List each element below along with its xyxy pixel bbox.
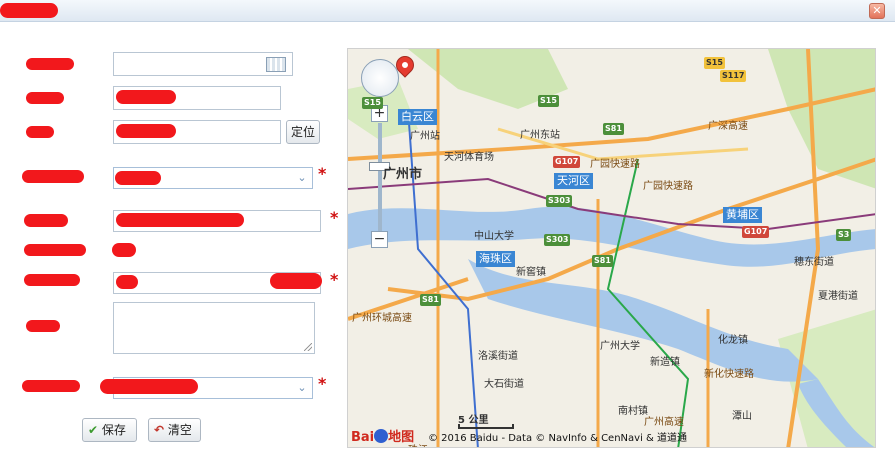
- save-button-label: 保存: [101, 423, 126, 437]
- redacted-value-7b: [270, 273, 322, 289]
- map-poi-label: 新造镇: [650, 357, 680, 368]
- redacted-value-3: [116, 124, 176, 138]
- map-district-label: 白云区: [398, 109, 437, 125]
- required-mark: *: [318, 374, 327, 393]
- remarks-textarea[interactable]: [113, 302, 315, 354]
- highway-shield: S3: [836, 229, 852, 241]
- map-view[interactable]: + − 白云区 天河区 黄埔区 海珠区 广州市 广州站 广州东站 天河体育场 中…: [347, 48, 876, 448]
- redacted-value-7a: [116, 275, 138, 289]
- undo-icon: ↶: [154, 423, 165, 437]
- locate-button[interactable]: 定位: [286, 120, 320, 144]
- map-poi-label: 广州大学: [600, 341, 640, 352]
- map-poi-label: 天河体育场: [444, 152, 494, 163]
- map-road-label: 广州环城高速: [352, 313, 412, 324]
- close-button[interactable]: ✕: [869, 3, 885, 19]
- highway-shield: S81: [592, 255, 613, 267]
- redacted-dialog-title: [0, 3, 58, 18]
- redacted-value-6: [112, 243, 136, 257]
- baidu-map-logo: Bai 地图: [351, 429, 414, 447]
- map-district-label: 海珠区: [476, 251, 515, 267]
- map-poi-label: 洛溪街道: [478, 351, 518, 362]
- calendar-icon[interactable]: [266, 57, 286, 72]
- redacted-label-2: [26, 92, 64, 104]
- map-poi-label: 广州站: [410, 131, 440, 142]
- highway-shield: S15: [362, 97, 383, 109]
- chevron-down-icon[interactable]: ⌄: [293, 169, 311, 187]
- checkmark-icon: ✔: [88, 423, 99, 437]
- highway-shield: G107: [553, 156, 581, 168]
- highway-shield: S303: [546, 195, 573, 207]
- dialog-titlebar: [0, 0, 895, 22]
- redacted-label-4: [22, 170, 84, 183]
- map-road-label: 广州高速: [644, 417, 684, 428]
- redacted-label-8: [26, 320, 60, 332]
- map-poi-label: 中山大学: [474, 231, 514, 242]
- highway-shield: S15: [538, 95, 559, 107]
- zoom-slider-track[interactable]: [378, 123, 382, 233]
- map-poi-label: 化龙镇: [718, 335, 748, 346]
- highway-shield: S117: [720, 70, 747, 82]
- redacted-value-4: [115, 171, 161, 185]
- highway-shield: S81: [420, 294, 441, 306]
- clear-button[interactable]: ↶ 清空: [148, 418, 201, 442]
- map-poi-label: 大石街道: [484, 379, 524, 390]
- chevron-down-icon[interactable]: ⌄: [293, 379, 311, 397]
- map-poi-label: 广州东站: [520, 130, 560, 141]
- redacted-label-1: [26, 58, 74, 70]
- logo-text: Bai: [351, 430, 375, 445]
- map-road-label: 新化快速路: [704, 369, 754, 380]
- clear-button-label: 清空: [167, 423, 192, 437]
- required-mark: *: [330, 270, 339, 289]
- map-district-label: 黄埔区: [723, 207, 762, 223]
- redacted-value-5: [116, 213, 244, 227]
- highway-shield: S303: [544, 234, 571, 246]
- redacted-label-3: [26, 126, 54, 138]
- map-poi-label: 夏港街道: [818, 291, 858, 302]
- redacted-label-9: [22, 380, 80, 392]
- map-road-label: 广园快速路: [643, 181, 693, 192]
- map-city-label: 广州市: [383, 167, 423, 182]
- redacted-value-9: [100, 379, 198, 394]
- redacted-label-5: [24, 214, 68, 227]
- date-field[interactable]: [113, 52, 293, 76]
- redacted-label-7: [24, 274, 80, 286]
- map-poi-label: 潭山: [732, 411, 752, 422]
- close-icon[interactable]: ✕: [872, 4, 881, 17]
- map-scale-bar: [458, 424, 514, 429]
- redacted-label-6: [24, 244, 86, 256]
- highway-shield: S81: [603, 123, 624, 135]
- map-road-label: 广深高速: [708, 121, 748, 132]
- highway-shield: S15: [704, 57, 725, 69]
- baidu-paw-icon: [374, 429, 389, 443]
- map-copyright: © 2016 Baidu - Data © NavInfo & CenNavi …: [428, 433, 687, 444]
- map-poi-label: 新窖镇: [516, 267, 546, 278]
- resize-grip-icon[interactable]: [304, 343, 312, 351]
- pan-control[interactable]: [361, 59, 399, 97]
- highway-shield: G107: [742, 226, 770, 238]
- redacted-value-2: [116, 90, 176, 104]
- map-district-label: 天河区: [554, 173, 593, 189]
- save-button[interactable]: ✔ 保存: [82, 418, 137, 442]
- logo-text-2: 地图: [388, 430, 415, 445]
- map-road-label: 广园快速路: [590, 159, 640, 170]
- required-mark: *: [330, 208, 339, 227]
- map-poi-label: 穗东街道: [794, 257, 834, 268]
- zoom-out-button[interactable]: −: [371, 231, 388, 248]
- required-mark: *: [318, 164, 327, 183]
